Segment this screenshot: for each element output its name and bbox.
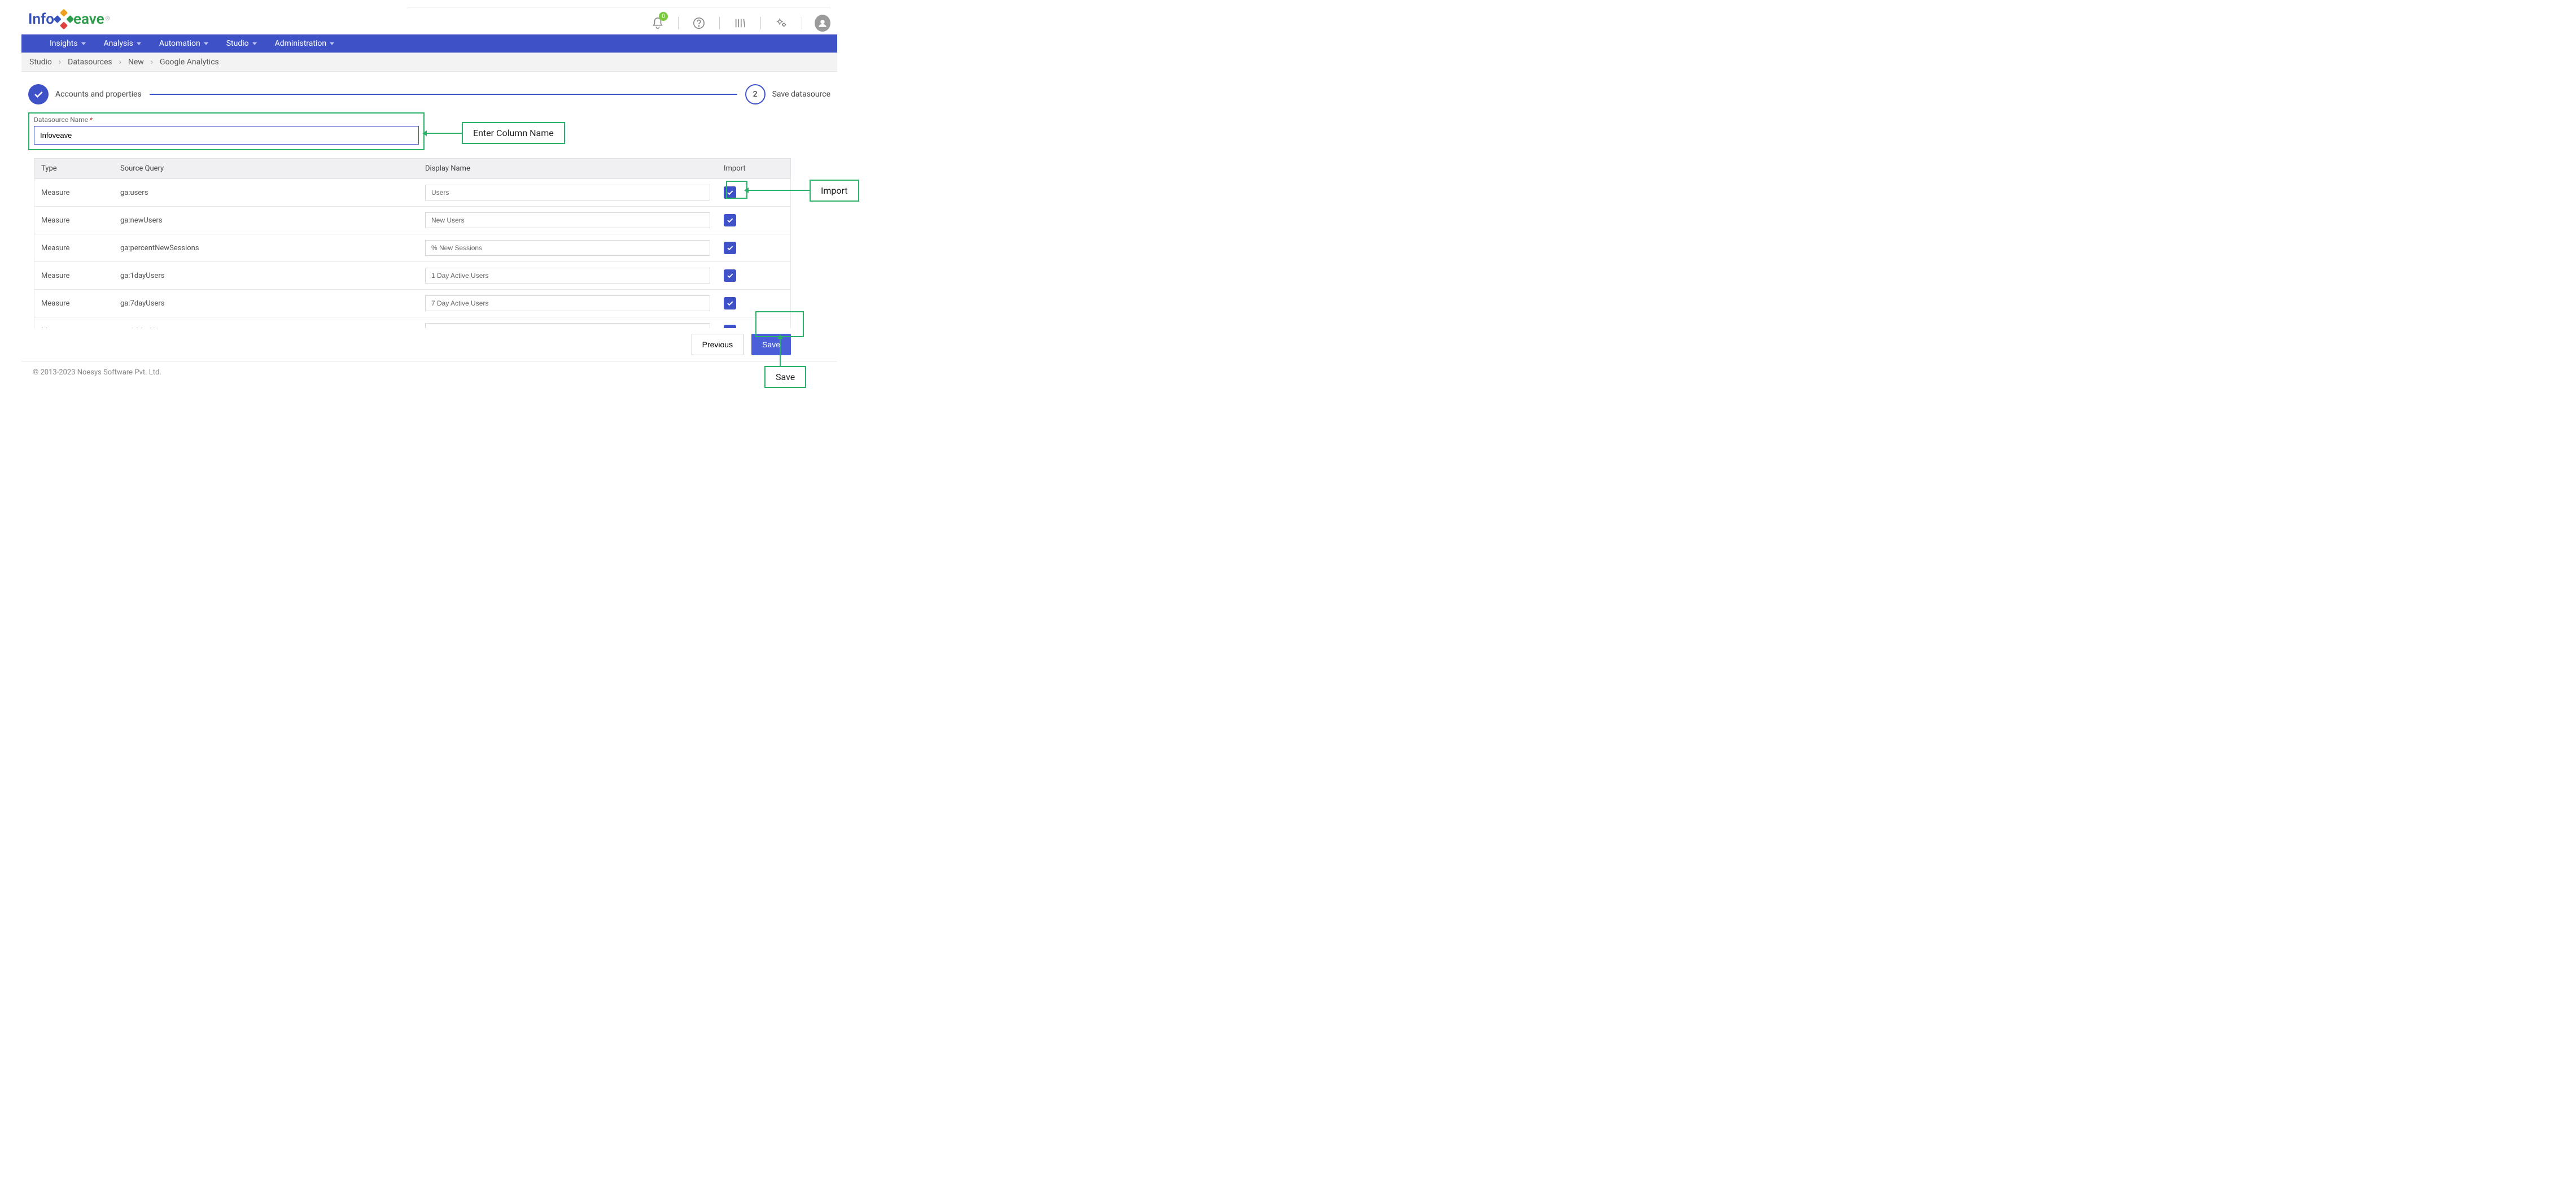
wizard-step-2: 2 Save datasource <box>745 84 830 104</box>
check-icon <box>28 84 49 104</box>
wizard-step-2-number: 2 <box>745 84 766 104</box>
table-row: Measurega:7dayUsers <box>34 290 790 317</box>
column-table-header: Type Source Query Display Name Import <box>34 158 791 179</box>
nav-item-automation[interactable]: Automation <box>159 39 208 48</box>
cell-source-query: ga:newUsers <box>113 211 418 230</box>
import-checkbox[interactable] <box>724 242 736 254</box>
callout-save: Save <box>764 366 806 388</box>
notifications-icon[interactable]: 0 <box>650 15 666 31</box>
display-name-input[interactable] <box>425 185 710 200</box>
th-type: Type <box>34 159 113 178</box>
chevron-down-icon <box>137 42 141 45</box>
column-table-body: Measurega:usersMeasurega:newUsersMeasure… <box>34 179 790 328</box>
display-name-input[interactable] <box>425 323 710 328</box>
cell-type: Measure <box>34 238 113 258</box>
main-nav: Insights Analysis Automation Studio Administ… <box>21 34 837 53</box>
breadcrumb-item[interactable]: New <box>128 58 144 67</box>
datasource-name-group: Datasource Name * <box>28 112 425 150</box>
cell-type: Measure <box>34 183 113 203</box>
previous-button[interactable]: Previous <box>692 334 744 355</box>
chevron-down-icon <box>330 42 334 45</box>
nav-item-administration[interactable]: Administration <box>275 39 334 48</box>
logo-glyph <box>54 8 75 29</box>
datasource-name-input[interactable] <box>34 126 419 145</box>
page-footer: © 2013-2023 Noesys Software Pvt. Ltd. ✳ <box>0 361 859 400</box>
callout-import: Import <box>810 180 859 202</box>
import-checkbox[interactable] <box>724 214 736 226</box>
logo-trademark: ® <box>106 16 110 22</box>
footer-buttons: Previous Save <box>28 334 791 355</box>
chevron-down-icon <box>204 42 208 45</box>
help-icon[interactable] <box>691 15 707 31</box>
wizard-steps: Accounts and properties 2 Save datasourc… <box>28 84 830 104</box>
cell-type: Measure <box>34 294 113 313</box>
cell-source-query: ga:7dayUsers <box>113 294 418 313</box>
top-icon-bar: 0 <box>407 7 830 31</box>
breadcrumb-item[interactable]: Google Analytics <box>160 58 219 67</box>
chevron-right-icon: › <box>151 58 153 67</box>
display-name-input[interactable] <box>425 240 710 256</box>
breadcrumb: Studio › Datasources › New › Google Analytics <box>21 53 837 72</box>
table-row: Measurega:users <box>34 179 790 207</box>
callout-enter-column-name: Enter Column Name <box>462 122 565 144</box>
chevron-down-icon <box>81 42 86 45</box>
datasource-name-label: Datasource Name * <box>34 116 419 124</box>
display-name-input[interactable] <box>425 212 710 228</box>
cell-source-query: ga:users <box>113 183 418 203</box>
cell-type: Measure <box>34 321 113 329</box>
table-row: Measurega:percentNewSessions <box>34 234 790 262</box>
settings-icon[interactable] <box>773 15 789 31</box>
table-row: Measurega:newUsers <box>34 207 790 234</box>
chevron-right-icon: › <box>119 58 121 67</box>
save-button[interactable]: Save <box>751 334 791 355</box>
import-checkbox[interactable] <box>724 325 736 328</box>
breadcrumb-item[interactable]: Datasources <box>68 58 112 67</box>
nav-item-insights[interactable]: Insights <box>50 39 86 48</box>
th-import: Import <box>717 159 790 178</box>
library-icon[interactable] <box>732 15 748 31</box>
wizard-step-2-label: Save datasource <box>772 90 830 99</box>
logo-text-2: eave <box>73 11 104 28</box>
cell-source-query: ga:14dayUsers <box>113 321 418 329</box>
display-name-input[interactable] <box>425 295 710 311</box>
import-checkbox[interactable] <box>724 297 736 309</box>
wizard-step-1: Accounts and properties <box>28 84 142 104</box>
cell-source-query: ga:1dayUsers <box>113 266 418 286</box>
cell-type: Measure <box>34 266 113 286</box>
notification-badge: 0 <box>659 12 668 21</box>
copyright-text: © 2013-2023 Noesys Software Pvt. Ltd. <box>33 368 161 377</box>
table-row: Measurega:14dayUsers <box>34 317 790 328</box>
display-name-input[interactable] <box>425 268 710 284</box>
nav-item-studio[interactable]: Studio <box>226 39 257 48</box>
th-display-name: Display Name <box>418 159 717 178</box>
wizard-connector <box>150 94 737 95</box>
logo[interactable]: Info eave ® <box>28 11 110 28</box>
th-source-query: Source Query <box>113 159 418 178</box>
cell-type: Measure <box>34 211 113 230</box>
user-avatar[interactable] <box>815 15 830 31</box>
nav-item-analysis[interactable]: Analysis <box>104 39 141 48</box>
table-row: Measurega:1dayUsers <box>34 262 790 290</box>
logo-text-1: Info <box>28 11 54 28</box>
cell-source-query: ga:percentNewSessions <box>113 238 418 258</box>
wizard-step-1-label: Accounts and properties <box>55 90 142 99</box>
chevron-down-icon <box>252 42 257 45</box>
import-checkbox[interactable] <box>724 269 736 282</box>
breadcrumb-item[interactable]: Studio <box>29 58 52 67</box>
top-bar: Info eave ® 0 <box>0 0 859 34</box>
chevron-right-icon: › <box>59 58 61 67</box>
import-checkbox[interactable] <box>724 186 736 199</box>
